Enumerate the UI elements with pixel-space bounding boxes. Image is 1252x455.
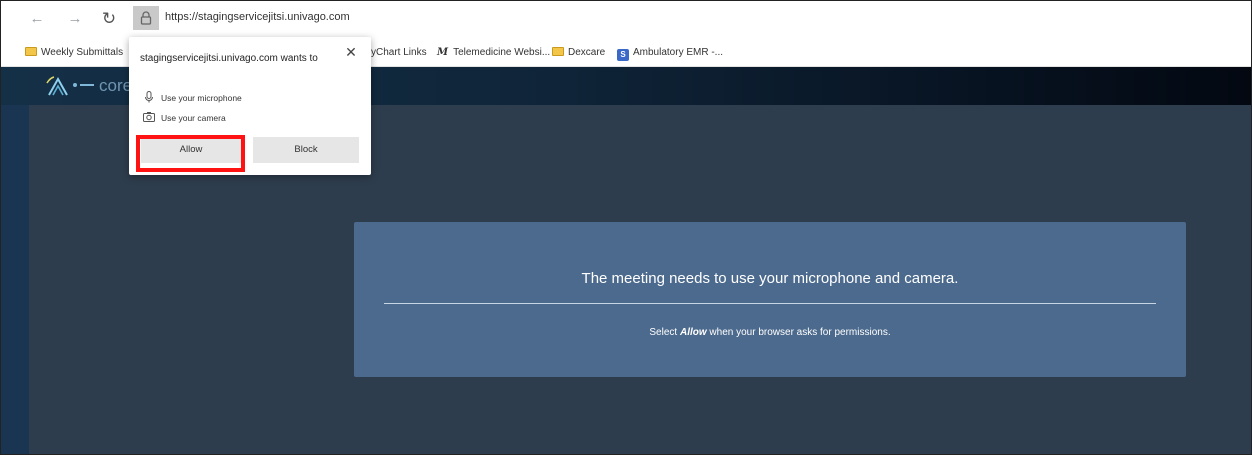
logo-dot <box>73 83 77 87</box>
microphone-icon <box>145 91 153 103</box>
folder-icon <box>25 47 37 56</box>
site-info-button[interactable] <box>133 6 159 30</box>
notice-sub-emphasis: Allow <box>679 327 707 338</box>
bookmark-label: Weekly Submittals <box>41 47 124 58</box>
address-bar[interactable]: https://stagingservicejitsi.univago.com <box>133 6 353 30</box>
bookmark-ychart-links[interactable]: yChart Links <box>371 45 427 61</box>
sharepoint-icon: S <box>617 49 629 61</box>
logo-icon <box>46 76 68 96</box>
block-button[interactable]: Block <box>253 137 359 163</box>
notice-instructions: Select Allow when your browser asks for … <box>354 327 1186 338</box>
notice-title: The meeting needs to use your microphone… <box>581 270 959 287</box>
permission-label: Use your camera <box>161 113 226 123</box>
left-sidebar-strip <box>1 105 29 454</box>
bookmark-ambulatory-emr[interactable]: S Ambulatory EMR -... <box>617 45 723 61</box>
screenshot-frame: ← → ↻ https://stagingservicejitsi.univag… <box>0 0 1252 455</box>
bookmark-weekly-submittals[interactable]: Weekly Submittals <box>25 45 123 61</box>
bookmark-dexcare[interactable]: Dexcare <box>552 45 605 61</box>
allow-highlight-box <box>136 135 245 172</box>
notice-divider <box>384 303 1156 304</box>
notice-sub-prefix: Select <box>649 327 678 338</box>
url-text: https://stagingservicejitsi.univago.com <box>165 11 350 23</box>
logo-dash <box>80 84 94 86</box>
bookmark-label: Telemedicine Websi... <box>453 47 551 58</box>
permission-microphone: Use your microphone <box>143 91 242 104</box>
bookmark-label: yChart Links <box>371 47 427 58</box>
back-arrow-icon[interactable]: ← <box>27 9 47 29</box>
forward-arrow-icon[interactable]: → <box>65 9 85 29</box>
lock-icon <box>140 11 152 25</box>
permission-camera: Use your camera <box>143 111 226 124</box>
reload-icon[interactable]: ↻ <box>99 9 119 29</box>
bookmark-telemedicine[interactable]: M Telemedicine Websi... <box>437 45 550 61</box>
camera-icon <box>143 112 155 122</box>
notice-sub-suffix: when your browser asks for permissions. <box>709 327 891 338</box>
folder-icon <box>552 47 564 56</box>
permission-label: Use your microphone <box>161 93 242 103</box>
close-icon[interactable]: ✕ <box>343 44 359 60</box>
bookmark-label: Dexcare <box>568 47 606 58</box>
bookmark-label: Ambulatory EMR -... <box>633 47 724 58</box>
browser-toolbar: ← → ↻ https://stagingservicejitsi.univag… <box>1 1 1251 37</box>
permission-notice: The meeting needs to use your microphone… <box>354 222 1186 377</box>
logo-text: core <box>99 76 133 95</box>
m-icon: M <box>437 47 449 58</box>
popup-title: stagingservicejitsi.univago.com wants to <box>140 53 318 64</box>
